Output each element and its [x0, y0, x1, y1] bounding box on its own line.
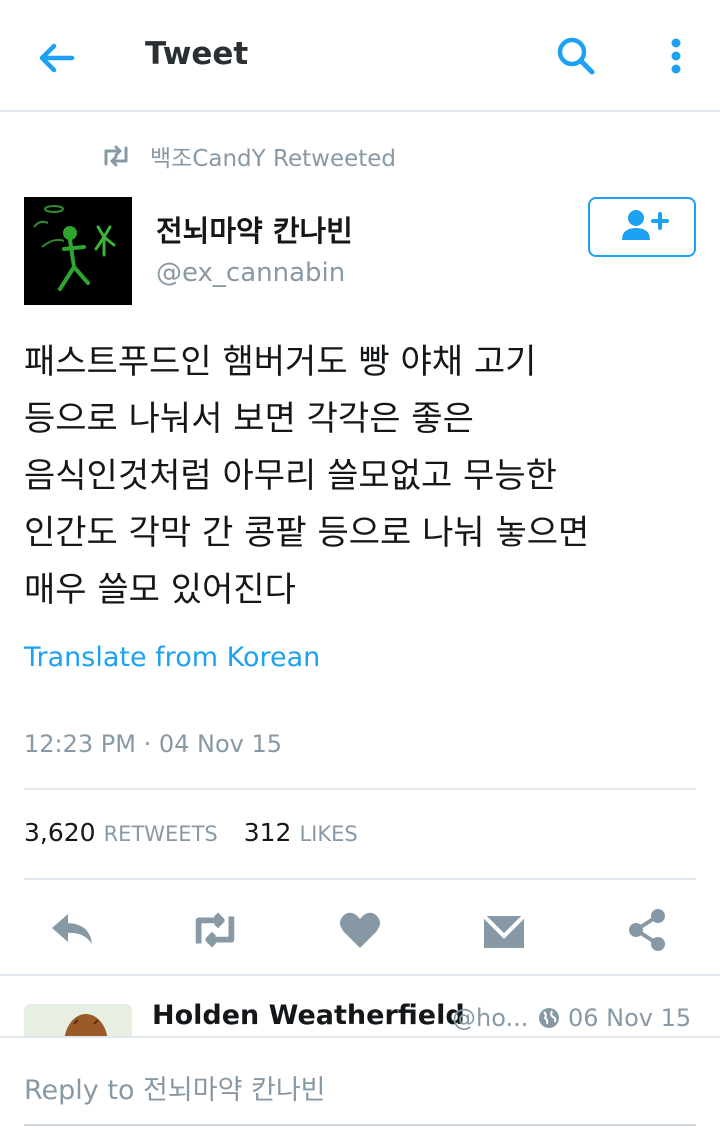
heart-icon[interactable] — [334, 906, 386, 954]
tweet-stats: 3,620 RETWEETS 312 LIKES — [24, 818, 384, 854]
author-name[interactable]: 전뇌마약 칸나빈 — [156, 208, 353, 250]
reply-icon[interactable] — [46, 906, 98, 954]
likes-count[interactable]: 312 — [244, 818, 292, 847]
follow-button[interactable] — [588, 197, 696, 257]
retweet-icon — [100, 144, 132, 168]
retweeted-by-text[interactable]: 백조CandY Retweeted — [150, 139, 396, 173]
retweet-icon[interactable] — [189, 906, 241, 954]
retweet-context: 백조CandY Retweeted — [100, 140, 396, 172]
translate-link[interactable]: Translate from Korean — [24, 642, 320, 673]
reply-author-handle[interactable]: @ho... — [452, 1004, 528, 1032]
reply-date: 06 Nov 15 — [568, 1004, 692, 1032]
add-user-icon — [614, 208, 670, 246]
retweets-count[interactable]: 3,620 — [24, 818, 96, 847]
section-separator — [0, 974, 720, 976]
retweets-label[interactable]: RETWEETS — [104, 822, 218, 846]
reply-author-name[interactable]: Holden Weatherfield — [152, 1000, 465, 1031]
arrow-left-icon[interactable] — [32, 34, 80, 82]
search-icon[interactable] — [552, 32, 600, 80]
likes-label[interactable]: LIKES — [299, 822, 357, 846]
author-handle[interactable]: @ex_cannabin — [156, 258, 345, 288]
reply-input-underline — [24, 1124, 696, 1126]
reply-composer: Reply to 전뇌마약 칸나빈 — [0, 1036, 720, 1134]
share-icon[interactable] — [622, 906, 674, 954]
page-title: Tweet — [145, 36, 249, 72]
globe-icon — [537, 1006, 561, 1030]
reply-input[interactable]: Reply to 전뇌마약 칸나빈 — [24, 1068, 326, 1107]
direct-message-icon[interactable] — [478, 906, 530, 954]
reply-avatar[interactable] — [24, 1004, 132, 1040]
tweet-actions — [0, 900, 720, 960]
divider — [24, 878, 696, 880]
author-avatar[interactable] — [24, 197, 132, 305]
more-vertical-icon[interactable] — [654, 32, 698, 80]
divider — [24, 788, 696, 790]
tweet-text: 패스트푸드인 햄버거도 빵 야채 고기 등으로 나눠서 보면 각각은 좋은 음식… — [24, 342, 590, 610]
tweet-timestamp: 12:23 PM · 04 Nov 15 — [24, 730, 283, 758]
top-bar: Tweet — [0, 0, 720, 112]
